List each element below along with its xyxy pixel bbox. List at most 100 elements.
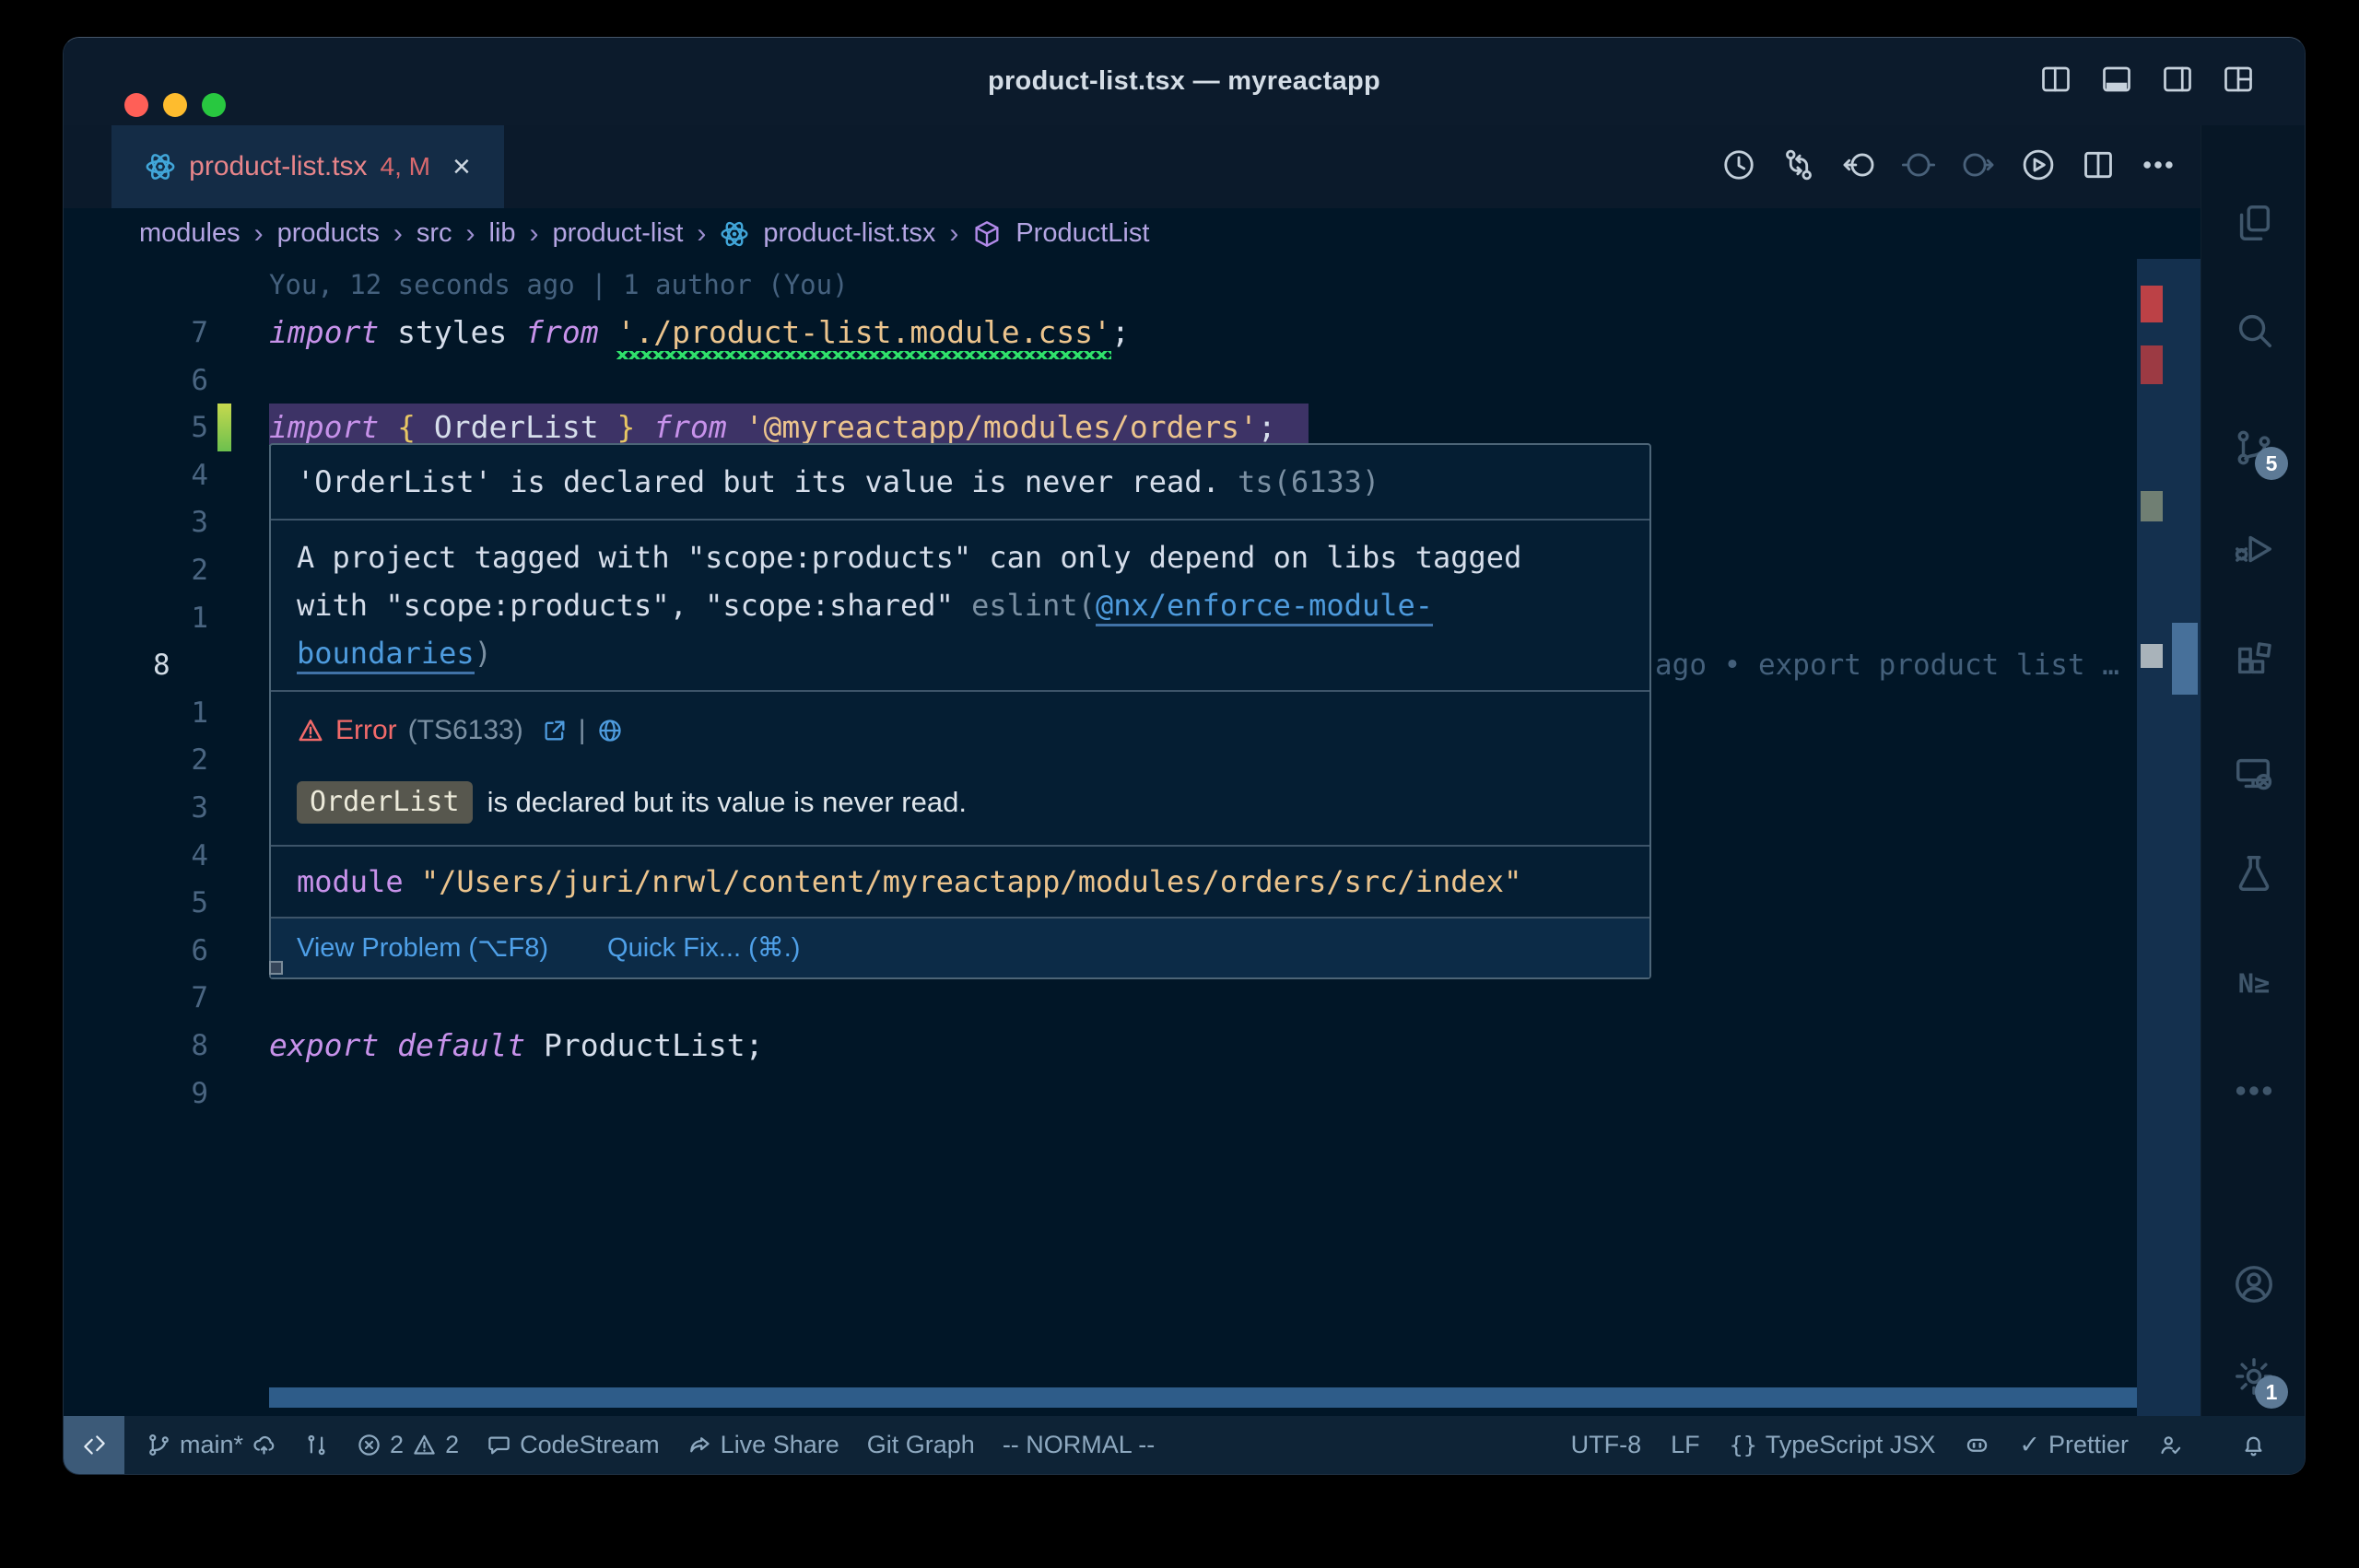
status-bar: main* 2 2 CodeStream Live Share Git [64, 1416, 2305, 1474]
prettier-label: Prettier [2048, 1431, 2129, 1459]
nx-console-icon[interactable]: N≥ [2233, 963, 2275, 1005]
breadcrumb-item[interactable]: products [277, 218, 380, 249]
chevron-right-icon: › [697, 218, 706, 250]
cloud-upload-icon [252, 1433, 276, 1457]
scm-badge: 5 [2255, 447, 2288, 480]
extensions-icon[interactable] [2233, 638, 2275, 681]
code-token: { [397, 409, 416, 445]
line-number: 4 [64, 451, 208, 499]
breadcrumb: modules › products › src › lib › product… [64, 208, 2305, 259]
scrollbar-thumb[interactable] [2172, 623, 2198, 695]
horizontal-scrollbar[interactable] [269, 1387, 2140, 1408]
error-description: is declared but its value is never read. [487, 778, 967, 826]
error-circle-icon [357, 1433, 381, 1457]
pipeline-status-icon[interactable] [304, 1433, 329, 1457]
breadcrumb-item[interactable]: lib [489, 218, 516, 249]
view-problem-link[interactable]: View Problem (⌥F8) [297, 930, 548, 966]
breadcrumb-item[interactable]: modules [139, 218, 241, 249]
breadcrumb-item[interactable]: product-list.tsx [763, 218, 935, 249]
svg-text:N≥: N≥ [2238, 968, 2271, 1000]
settings-gear-icon[interactable]: 1 [2233, 1355, 2275, 1398]
tab-close-icon[interactable]: × [452, 151, 471, 182]
ruler-error-mark [2141, 345, 2163, 384]
source-control-icon[interactable]: 5 [2233, 427, 2275, 469]
editor-actions [1721, 125, 2176, 208]
language-mode-status[interactable]: {} TypeScript JSX [1730, 1431, 1936, 1459]
gutter-change-bar [217, 404, 231, 451]
toggle-secondary-sidebar-icon[interactable] [2161, 63, 2194, 100]
nav-circle-icon[interactable] [1901, 147, 1936, 187]
codestream-status[interactable]: CodeStream [487, 1431, 660, 1459]
eol-status[interactable]: LF [1671, 1431, 1700, 1459]
more-views-icon[interactable] [2233, 1070, 2275, 1112]
warning-triangle-icon [297, 717, 324, 744]
accounts-icon[interactable] [2233, 1263, 2275, 1305]
gear-badge: 1 [2255, 1375, 2288, 1409]
toggle-panel-icon[interactable] [2100, 63, 2133, 100]
code-token: '@myreactapp/modules/orders' [745, 409, 1258, 445]
breadcrumb-item[interactable]: ProductList [1015, 218, 1149, 249]
encoding-status[interactable]: UTF-8 [1571, 1431, 1642, 1459]
code-token: import [269, 409, 379, 445]
external-link-icon[interactable] [542, 718, 568, 743]
explorer-icon[interactable] [2233, 202, 2275, 244]
codestream-label: CodeStream [520, 1431, 660, 1459]
warning-triangle-icon [412, 1433, 437, 1457]
remote-indicator[interactable] [64, 1416, 124, 1474]
feedback-person-icon[interactable] [2158, 1433, 2183, 1457]
editor-pane[interactable]: 7 6 5 4 3 2 1 8 1 2 3 4 5 6 7 8 9 You, 1… [64, 259, 2201, 1416]
navigate-forward-icon[interactable] [1961, 147, 1996, 187]
branch-icon [147, 1433, 171, 1457]
share-arrow-icon [687, 1433, 712, 1457]
problems-status[interactable]: 2 2 [357, 1431, 459, 1459]
timeline-history-icon[interactable] [1721, 147, 1756, 187]
live-share-status[interactable]: Live Share [687, 1431, 839, 1459]
copilot-status[interactable] [1965, 1433, 1989, 1457]
notifications-bell-icon[interactable] [2209, 1433, 2297, 1457]
line-number: 1 [64, 594, 208, 642]
line-number: 2 [64, 546, 208, 594]
navigate-back-icon[interactable] [1841, 147, 1876, 187]
globe-icon[interactable] [597, 718, 623, 743]
vertical-scrollbar[interactable] [2137, 259, 2201, 1416]
customize-layout-icon[interactable] [2222, 63, 2255, 100]
code-token: ; [1258, 409, 1276, 445]
activity-bar: 5 N≥ 1 [2201, 125, 2305, 1416]
popup-module-path: module "/Users/juri/nrwl/content/myreact… [271, 847, 1649, 917]
compare-changes-icon[interactable] [1781, 147, 1816, 187]
chevron-right-icon: › [949, 218, 958, 250]
line-number: 3 [64, 498, 208, 546]
run-code-icon[interactable] [2021, 147, 2056, 187]
popup-resize-grip[interactable] [269, 961, 283, 975]
eslint-source: ) [475, 636, 492, 671]
breadcrumb-item[interactable]: product-list [553, 218, 684, 249]
error-hover-popup: 'OrderList' is declared but its value is… [269, 443, 1651, 979]
breadcrumb-item[interactable]: src [417, 218, 452, 249]
toggle-primary-sidebar-icon[interactable] [2039, 63, 2072, 100]
remote-explorer-icon[interactable] [2233, 753, 2275, 795]
split-editor-icon[interactable] [2081, 147, 2116, 187]
more-actions-icon[interactable] [2141, 147, 2176, 187]
code-token: OrderList [416, 409, 617, 445]
code-token: styles [379, 314, 525, 350]
testing-beaker-icon[interactable] [2233, 852, 2275, 895]
line-number: 6 [64, 357, 208, 404]
eslint-rule-link[interactable]: boundaries [297, 636, 475, 674]
prettier-status[interactable]: ✓ Prettier [2019, 1431, 2129, 1459]
module-keyword: module [297, 864, 404, 899]
git-graph-status[interactable]: Git Graph [867, 1431, 975, 1459]
separator: | [579, 707, 586, 755]
git-branch-status[interactable]: main* [147, 1431, 276, 1459]
tab-problems-badge: 4, M [381, 152, 430, 181]
vim-mode-indicator[interactable]: -- NORMAL -- [1003, 1431, 1155, 1459]
line-number: 7 [64, 309, 208, 357]
run-debug-icon[interactable] [2233, 528, 2275, 570]
eslint-rule-link[interactable]: @nx/enforce-module- [1096, 588, 1433, 626]
react-icon [145, 151, 176, 182]
ruler-error-mark [2141, 286, 2163, 322]
quick-fix-link[interactable]: Quick Fix... (⌘.) [607, 930, 800, 966]
search-icon[interactable] [2233, 309, 2275, 351]
error-label: Error [335, 707, 397, 755]
tab-product-list[interactable]: product-list.tsx 4, M × [111, 125, 504, 208]
code-token: './product-list.module.css' [617, 314, 1111, 350]
